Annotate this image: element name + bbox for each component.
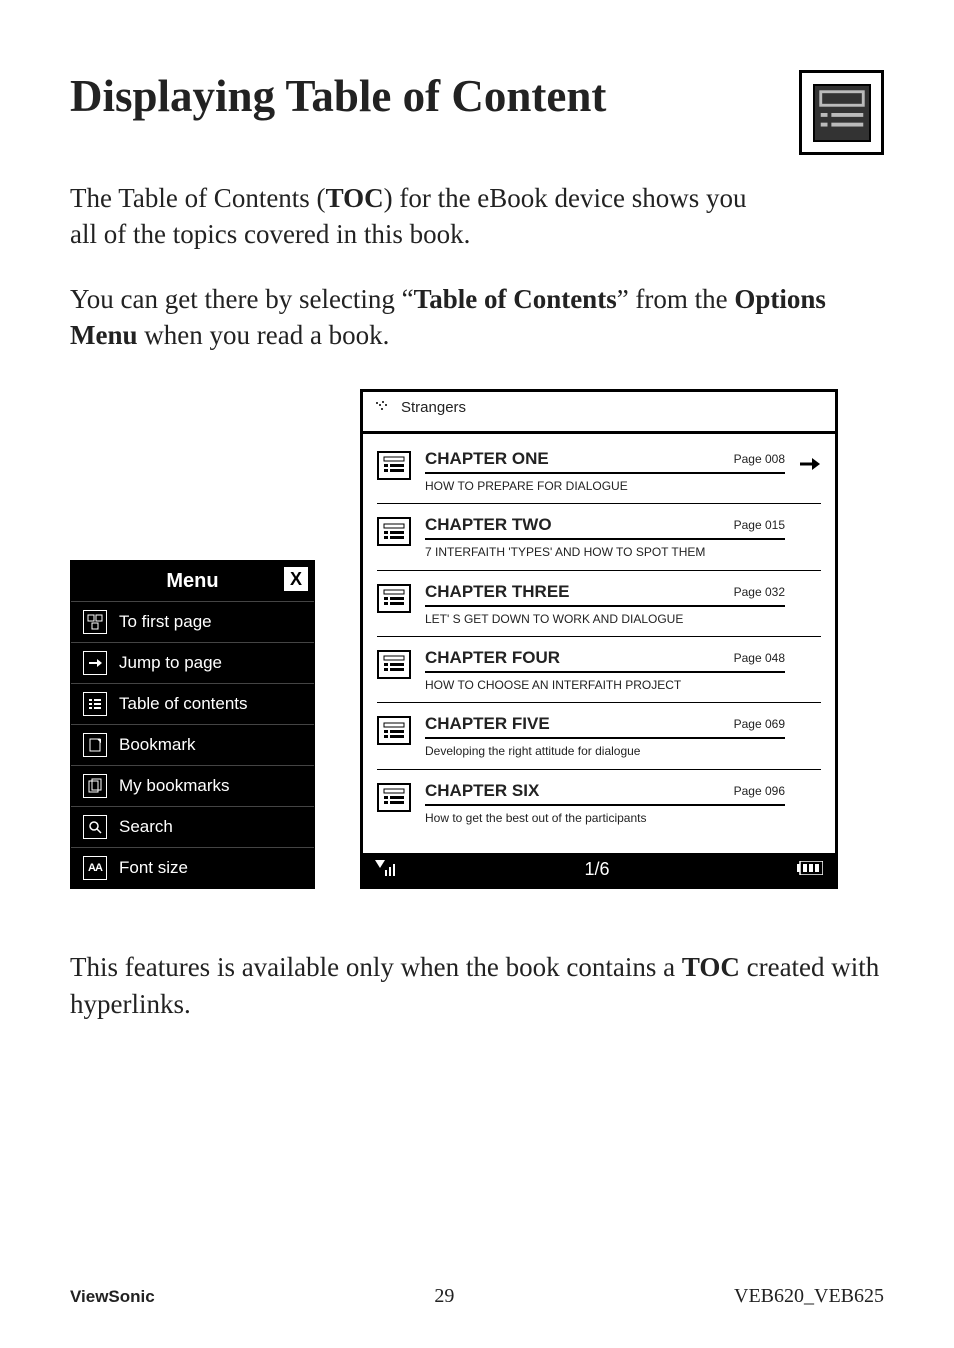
toc-row-icon xyxy=(377,783,411,812)
menu-item-font-size[interactable]: AA Font size xyxy=(71,847,314,888)
toc-chapter-subtitle: Developing the right attitude for dialog… xyxy=(425,744,785,758)
divider xyxy=(425,737,785,739)
footer-page-number: 29 xyxy=(434,1285,454,1308)
toc-chapter-subtitle: LET' S GET DOWN TO WORK AND DIALOGUE xyxy=(425,612,785,626)
chevron-right-icon xyxy=(799,714,821,722)
toc-chapter-subtitle: HOW TO PREPARE FOR DIALOGUE xyxy=(425,479,785,493)
menu-item-my-bookmarks[interactable]: My bookmarks xyxy=(71,765,314,806)
divider xyxy=(425,671,785,673)
text: The Table of Contents ( xyxy=(70,183,326,213)
text-bold: Table of Contents xyxy=(414,284,617,314)
toc-row-main: CHAPTER THREE Page 032 LET' S GET DOWN TO … xyxy=(425,582,785,626)
toc-row-icon xyxy=(377,650,411,679)
divider xyxy=(425,472,785,474)
search-icon xyxy=(83,815,107,839)
menu-item-label: Jump to page xyxy=(119,653,222,673)
toc-page-number: Page 015 xyxy=(734,518,785,532)
toc-row-icon xyxy=(377,451,411,480)
menu-item-jump-page[interactable]: Jump to page xyxy=(71,642,314,683)
text: ” from the xyxy=(617,284,735,314)
my-bookmarks-icon xyxy=(83,774,107,798)
toc-topbar: Strangers xyxy=(363,392,835,434)
menu-item-label: Bookmark xyxy=(119,735,196,755)
intro-paragraph-2: You can get there by selecting “Table of… xyxy=(70,281,884,354)
divider xyxy=(425,804,785,806)
divider xyxy=(425,538,785,540)
toc-chapter-subtitle: HOW TO CHOOSE AN INTERFAITH PROJECT xyxy=(425,678,785,692)
toc-chapter-subtitle: How to get the best out of the participa… xyxy=(425,811,785,825)
footer-brand: ViewSonic xyxy=(70,1287,155,1307)
menu-item-toc[interactable]: Table of contents xyxy=(71,683,314,724)
toc-row[interactable]: CHAPTER FOUR Page 048 HOW TO CHOOSE AN INT… xyxy=(377,637,821,703)
toc-row[interactable]: CHAPTER FIVE Page 069 Developing the right… xyxy=(377,703,821,769)
toc-row[interactable]: CHAPTER ONE Page 008 HOW TO PREPARE FOR DI… xyxy=(377,438,821,504)
toc-chapter-title: CHAPTER TWO xyxy=(425,515,552,535)
menu-item-label: To first page xyxy=(119,612,212,632)
toc-row-main: CHAPTER TWO Page 015 7 INTERFAITH 'TYPES' … xyxy=(425,515,785,559)
menu-item-label: Search xyxy=(119,817,173,837)
options-menu-panel: Menu X To first page Jump to page Tabl xyxy=(70,560,315,889)
toc-screen: Strangers CHAPTER ONE Page 008 HOW TO PREP… xyxy=(360,389,838,889)
first-page-icon xyxy=(83,610,107,634)
toc-row[interactable]: CHAPTER TWO Page 015 7 INTERFAITH 'TYPES' … xyxy=(377,504,821,570)
chevron-right-icon xyxy=(799,781,821,789)
toc-list: CHAPTER ONE Page 008 HOW TO PREPARE FOR DI… xyxy=(363,434,835,853)
chevron-right-icon xyxy=(799,449,821,471)
page-title: Displaying Table of Content xyxy=(70,70,606,122)
page-footer: ViewSonic 29 VEB620_VEB625 xyxy=(70,1285,884,1308)
font-size-icon: AA xyxy=(83,856,107,880)
menu-item-label: Table of contents xyxy=(119,694,248,714)
toc-page-number: Page 032 xyxy=(734,585,785,599)
toc-row-icon xyxy=(377,716,411,745)
toc-chapter-subtitle: 7 INTERFAITH 'TYPES' AND HOW TO SPOT THE… xyxy=(425,545,785,559)
chevron-right-icon xyxy=(799,582,821,590)
menu-title: Menu xyxy=(166,570,218,593)
toc-row[interactable]: CHAPTER THREE Page 032 LET' S GET DOWN TO … xyxy=(377,571,821,637)
intro-paragraph-1: The Table of Contents (TOC) for the eBoo… xyxy=(70,180,770,253)
toc-row-main: CHAPTER FOUR Page 048 HOW TO CHOOSE AN INT… xyxy=(425,648,785,692)
toc-chapter-title: CHAPTER THREE xyxy=(425,582,570,602)
book-icon xyxy=(373,399,391,417)
text: when you read a book. xyxy=(138,320,390,350)
toc-page-number: Page 069 xyxy=(734,717,785,731)
outro-paragraph: This features is available only when the… xyxy=(70,949,884,1022)
chevron-right-icon xyxy=(799,648,821,656)
battery-icon xyxy=(797,861,823,878)
book-title: Strangers xyxy=(401,399,466,416)
toc-row[interactable]: CHAPTER SIX Page 096 How to get the best o… xyxy=(377,770,821,853)
text: This features is available only when the… xyxy=(70,952,682,982)
text: You can get there by selecting “ xyxy=(70,284,414,314)
toc-row-main: CHAPTER ONE Page 008 HOW TO PREPARE FOR DI… xyxy=(425,449,785,493)
menu-item-bookmark[interactable]: Bookmark xyxy=(71,724,314,765)
toc-chapter-title: CHAPTER FIVE xyxy=(425,714,550,734)
toc-row-icon xyxy=(377,584,411,613)
toc-page-number: Page 048 xyxy=(734,651,785,665)
toc-row-icon xyxy=(377,517,411,546)
toc-row-main: CHAPTER SIX Page 096 How to get the best o… xyxy=(425,781,785,825)
toc-header-icon xyxy=(799,70,884,155)
toc-page-number: Page 008 xyxy=(734,452,785,466)
text-bold: TOC xyxy=(682,952,740,982)
bookmark-icon xyxy=(83,733,107,757)
close-icon[interactable]: X xyxy=(284,567,308,591)
divider xyxy=(425,605,785,607)
text-bold: TOC xyxy=(326,183,384,213)
menu-item-first-page[interactable]: To first page xyxy=(71,601,314,642)
signal-icon xyxy=(375,860,397,879)
chevron-right-icon xyxy=(799,515,821,523)
jump-page-icon xyxy=(83,651,107,675)
menu-item-label: My bookmarks xyxy=(119,776,230,796)
menu-item-label: Font size xyxy=(119,858,188,878)
toc-chapter-title: CHAPTER SIX xyxy=(425,781,539,801)
pager-text: 1/6 xyxy=(584,859,609,880)
toc-bottombar: 1/6 xyxy=(363,853,835,886)
toc-chapter-title: CHAPTER ONE xyxy=(425,449,549,469)
footer-model: VEB620_VEB625 xyxy=(734,1285,884,1308)
menu-item-search[interactable]: Search xyxy=(71,806,314,847)
toc-chapter-title: CHAPTER FOUR xyxy=(425,648,560,668)
toc-page-number: Page 096 xyxy=(734,784,785,798)
menu-header: Menu X xyxy=(71,561,314,601)
toc-row-main: CHAPTER FIVE Page 069 Developing the right… xyxy=(425,714,785,758)
toc-icon xyxy=(83,692,107,716)
